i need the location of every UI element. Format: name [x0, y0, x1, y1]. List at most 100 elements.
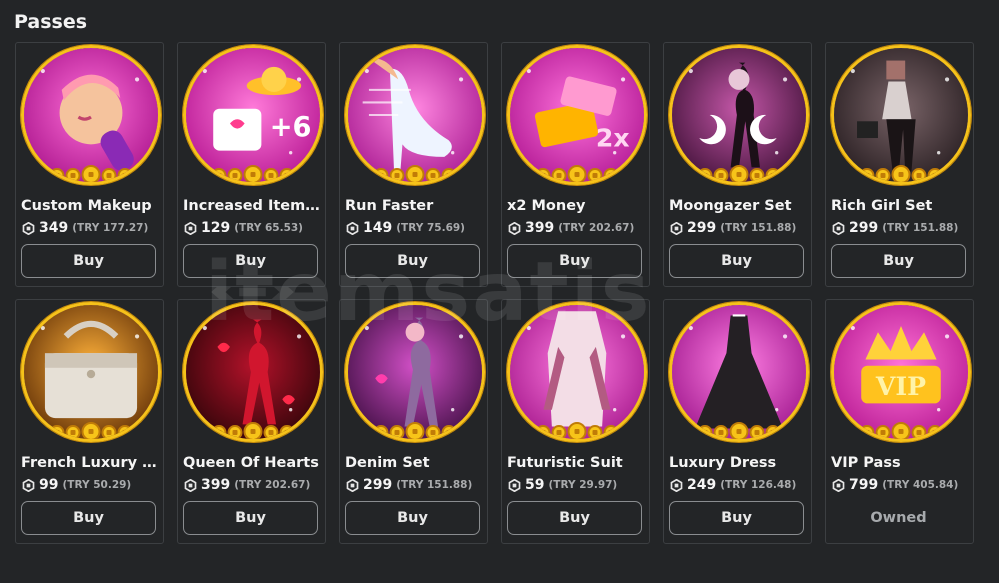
robux-icon	[670, 478, 683, 492]
pass-thumbnail[interactable]	[183, 302, 323, 442]
buy-button[interactable]: Buy	[669, 501, 804, 535]
pass-art	[24, 48, 158, 182]
pass-thumbnail[interactable]: VIP	[831, 302, 971, 442]
buy-button[interactable]: Buy	[21, 244, 156, 278]
pass-art	[24, 305, 158, 439]
pass-art	[672, 48, 806, 182]
robux-icon	[184, 478, 197, 492]
coin-badge	[373, 165, 457, 182]
pass-thumbnail[interactable]	[669, 45, 809, 185]
pass-art	[348, 48, 482, 182]
price-local: (TRY 151.88)	[396, 479, 473, 491]
pass-thumbnail[interactable]	[21, 302, 161, 442]
price-local: (TRY 50.29)	[62, 479, 132, 491]
robux-icon	[508, 221, 521, 235]
pass-thumbnail[interactable]: 2x	[507, 45, 647, 185]
buy-button[interactable]: Buy	[345, 501, 480, 535]
buy-button[interactable]: Buy	[183, 501, 318, 535]
pass-name[interactable]: Denim Set	[345, 455, 485, 471]
price-robux: 299	[363, 477, 393, 493]
price-local: (TRY 202.67)	[234, 479, 311, 491]
price-row: 399 (TRY 202.67)	[508, 220, 634, 236]
price-robux: 129	[201, 220, 231, 236]
pass-thumbnail[interactable]	[831, 45, 971, 185]
price-row: 99 (TRY 50.29)	[22, 477, 131, 493]
price-local: (TRY 202.67)	[558, 222, 635, 234]
pass-name[interactable]: French Luxury B...	[21, 455, 161, 471]
coin-badge	[859, 165, 943, 182]
price-row: 399 (TRY 202.67)	[184, 477, 310, 493]
coin-badge	[535, 422, 619, 439]
price-robux: 149	[363, 220, 393, 236]
pass-card[interactable]: Rich Girl Set 299 (TRY 151.88) Buy	[825, 42, 974, 287]
coin-badge	[697, 165, 781, 182]
coin-badge	[211, 422, 295, 439]
pass-card[interactable]: +6 Increased Item Li... 129(TRY 65.53) Buy	[177, 42, 326, 287]
buy-button[interactable]: Buy	[21, 501, 156, 535]
buy-button[interactable]: Buy	[507, 244, 642, 278]
coin-badge	[535, 165, 619, 182]
pass-card[interactable]: French Luxury B... 99 (TRY 50.29) Buy	[15, 299, 164, 544]
pass-card[interactable]: Moongazer Set 299 (TRY 151.88) Buy	[663, 42, 812, 287]
price-robux: 399	[201, 477, 231, 493]
price-row: 129 (TRY 65.53)	[184, 220, 303, 236]
coin-badge	[49, 422, 133, 439]
section-title: Passes	[14, 11, 88, 33]
pass-thumbnail[interactable]: +6	[183, 45, 323, 185]
pass-name[interactable]: Increased Item Li...	[183, 198, 323, 214]
price-local: (TRY 177.27)	[72, 222, 149, 234]
pass-thumbnail[interactable]	[345, 302, 485, 442]
coin-badge	[49, 165, 133, 182]
pass-art	[510, 305, 644, 439]
pass-card[interactable]: 2x x2 Money 399 (TRY 202.67) Buy	[501, 42, 650, 287]
pass-name[interactable]: Luxury Dress	[669, 455, 809, 471]
pass-card[interactable]: VIP VIP Pass 799 (TRY 405.84) Owned	[825, 299, 974, 544]
pass-thumbnail[interactable]	[507, 302, 647, 442]
pass-art	[672, 305, 806, 439]
pass-art	[834, 48, 968, 182]
price-robux: 249	[687, 477, 717, 493]
pass-card[interactable]: Queen Of Hearts 399 (TRY 202.67) Buy	[177, 299, 326, 544]
pass-name[interactable]: Run Faster	[345, 198, 485, 214]
price-robux: 299	[849, 220, 879, 236]
robux-icon	[832, 478, 845, 492]
price-row: 299 (TRY 151.88)	[832, 220, 958, 236]
pass-card[interactable]: Run Faster 149 (TRY 75.69) Buy	[339, 42, 488, 287]
robux-icon	[346, 478, 359, 492]
robux-icon	[22, 221, 35, 235]
pass-name[interactable]: Moongazer Set	[669, 198, 809, 214]
pass-name[interactable]: Futuristic Suit	[507, 455, 647, 471]
coin-badge	[697, 422, 781, 439]
pass-card[interactable]: Luxury Dress 249 (TRY 126.48) Buy	[663, 299, 812, 544]
pass-art	[186, 305, 320, 439]
pass-name[interactable]: Rich Girl Set	[831, 198, 971, 214]
price-row: 349 (TRY 177.27)	[22, 220, 148, 236]
price-robux: 799	[849, 477, 879, 493]
price-row: 299 (TRY 151.88)	[670, 220, 796, 236]
price-local: (TRY 126.48)	[720, 479, 797, 491]
price-local: (TRY 151.88)	[720, 222, 797, 234]
robux-icon	[508, 478, 521, 492]
pass-name[interactable]: Custom Makeup	[21, 198, 161, 214]
robux-icon	[670, 221, 683, 235]
robux-icon	[184, 221, 197, 235]
pass-name[interactable]: VIP Pass	[831, 455, 971, 471]
buy-button[interactable]: Buy	[345, 244, 480, 278]
buy-button[interactable]: Buy	[183, 244, 318, 278]
buy-button[interactable]: Buy	[507, 501, 642, 535]
pass-card[interactable]: Futuristic Suit 59 (TRY 29.97) Buy	[501, 299, 650, 544]
pass-art	[348, 305, 482, 439]
pass-card[interactable]: Custom Makeup 349 (TRY 177.27) Buy	[15, 42, 164, 287]
pass-thumbnail[interactable]	[21, 45, 161, 185]
robux-icon	[346, 221, 359, 235]
pass-name[interactable]: x2 Money	[507, 198, 647, 214]
price-local: (TRY 65.53)	[234, 222, 303, 234]
pass-thumbnail[interactable]	[669, 302, 809, 442]
buy-button[interactable]: Buy	[669, 244, 804, 278]
pass-card[interactable]: Denim Set 299 (TRY 151.88) Buy	[339, 299, 488, 544]
robux-icon	[22, 478, 35, 492]
buy-button[interactable]: Buy	[831, 244, 966, 278]
pass-thumbnail[interactable]	[345, 45, 485, 185]
robux-icon	[832, 221, 845, 235]
pass-name[interactable]: Queen Of Hearts	[183, 455, 323, 471]
